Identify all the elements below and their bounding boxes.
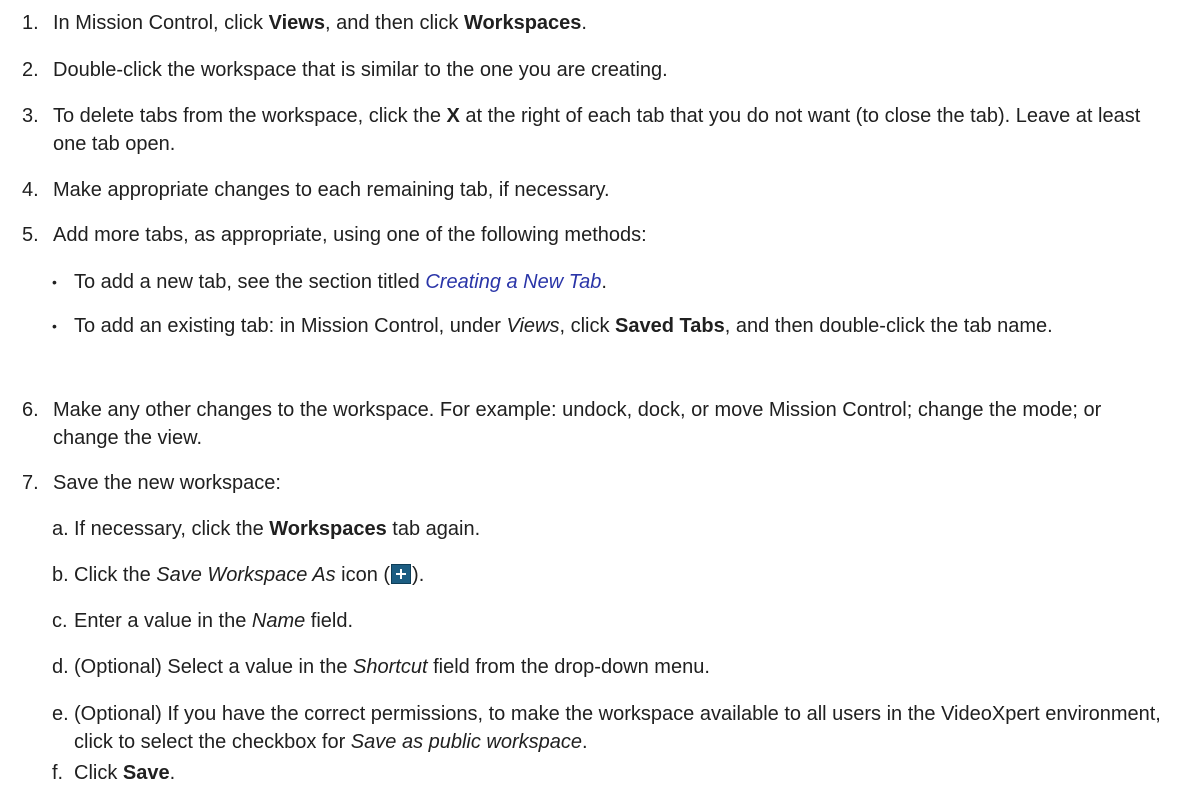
substep-text: Enter a value in the <box>74 609 252 632</box>
italic-term: Views <box>506 314 560 337</box>
substep-letter: d. <box>52 656 69 679</box>
substep-text: icon ( <box>335 563 391 586</box>
substep-f: f. Click Save. <box>52 759 1172 787</box>
step-number: 4. <box>22 178 39 201</box>
substep-text: . <box>582 731 588 753</box>
step-text: To delete tabs from the workspace, click… <box>53 105 447 128</box>
step-3: 3. To delete tabs from the workspace, cl… <box>22 102 1172 158</box>
substep-b: b. Click the Save Workspace As icon (). <box>52 561 1172 589</box>
bold-term: Workspaces <box>269 518 387 541</box>
step-5: 5. Add more tabs, as appropriate, using … <box>22 221 1172 249</box>
italic-term: Shortcut <box>353 656 428 679</box>
step-text: Add more tabs, as appropriate, using one… <box>53 223 647 246</box>
substep-letter: a. <box>52 518 69 541</box>
substep-text: tab again. <box>386 518 481 541</box>
substep-letter: f. <box>52 762 64 784</box>
bullet-item-new-tab: • To add a new tab, see the section titl… <box>52 268 1172 296</box>
substep-text: If necessary, click the <box>74 518 270 541</box>
bullet-text: . <box>601 271 607 294</box>
step-text: Save the new workspace: <box>53 471 281 494</box>
step-number: 3. <box>22 105 39 128</box>
save-workspace-as-plus-icon <box>391 563 412 584</box>
bullet-item-existing-tab: • To add an existing tab: in Mission Con… <box>52 312 1172 340</box>
step-text: , and then click <box>324 11 464 34</box>
substep-a: a. If necessary, click the Workspaces ta… <box>52 515 1172 543</box>
substep-e: e. (Optional) If you have the correct pe… <box>52 700 1172 756</box>
substep-text: field from the drop-down menu. <box>427 656 710 679</box>
step-text: Double-click the workspace that is simil… <box>53 58 668 81</box>
italic-term: Name <box>251 609 306 632</box>
substep-letter: c. <box>52 609 68 632</box>
bullet-text: To add an existing tab: in Mission Contr… <box>74 314 507 337</box>
instructions-document: 1. In Mission Control, click Views, and … <box>0 0 1179 789</box>
bold-term: Saved Tabs <box>615 314 725 337</box>
step-6: 6. Make any other changes to the workspa… <box>22 396 1172 452</box>
step-text: Make any other changes to the workspace.… <box>53 398 1102 449</box>
step-2: 2. Double-click the workspace that is si… <box>22 56 1172 84</box>
substep-text: field. <box>305 609 354 632</box>
step-number: 2. <box>22 58 39 81</box>
bold-term: Save <box>122 762 170 784</box>
step-text: In Mission Control, click <box>53 11 269 34</box>
bullet-marker: • <box>52 317 57 334</box>
substep-c: c. Enter a value in the Name field. <box>52 607 1172 635</box>
italic-term: Save Workspace As <box>156 563 336 586</box>
bold-term: Views <box>268 11 325 34</box>
bold-term: Workspaces <box>463 11 582 34</box>
step-1: 1. In Mission Control, click Views, and … <box>22 9 1172 37</box>
italic-term: Save as public workspace <box>350 731 583 753</box>
step-number: 7. <box>22 471 39 494</box>
substep-d: d. (Optional) Select a value in the Shor… <box>52 653 1172 681</box>
step-text: . <box>581 11 587 34</box>
step-4: 4. Make appropriate changes to each rema… <box>22 176 1172 204</box>
step-7: 7. Save the new workspace: <box>22 469 1172 497</box>
bullet-marker: • <box>52 274 57 291</box>
bullet-text: To add a new tab, see the section titled <box>74 271 426 294</box>
substep-text: . <box>169 762 176 784</box>
step-text: Make appropriate changes to each remaini… <box>53 178 610 201</box>
substep-text: (Optional) Select a value in the <box>74 656 354 679</box>
substep-text: ). <box>412 563 425 586</box>
bold-term: X <box>446 105 460 128</box>
bullet-text: , and then double-click the tab name. <box>724 314 1053 337</box>
substep-text: (Optional) If you have the correct permi… <box>74 703 1161 753</box>
step-number: 1. <box>22 11 39 34</box>
substep-letter: b. <box>52 563 69 586</box>
bullet-text: , click <box>559 314 616 337</box>
creating-new-tab-link[interactable]: Creating a New Tab <box>425 271 601 293</box>
substep-text: Click the <box>74 563 157 586</box>
step-number: 6. <box>22 398 39 421</box>
substep-letter: e. <box>52 703 69 725</box>
step-number: 5. <box>22 223 39 246</box>
substep-text: Click <box>74 762 123 784</box>
